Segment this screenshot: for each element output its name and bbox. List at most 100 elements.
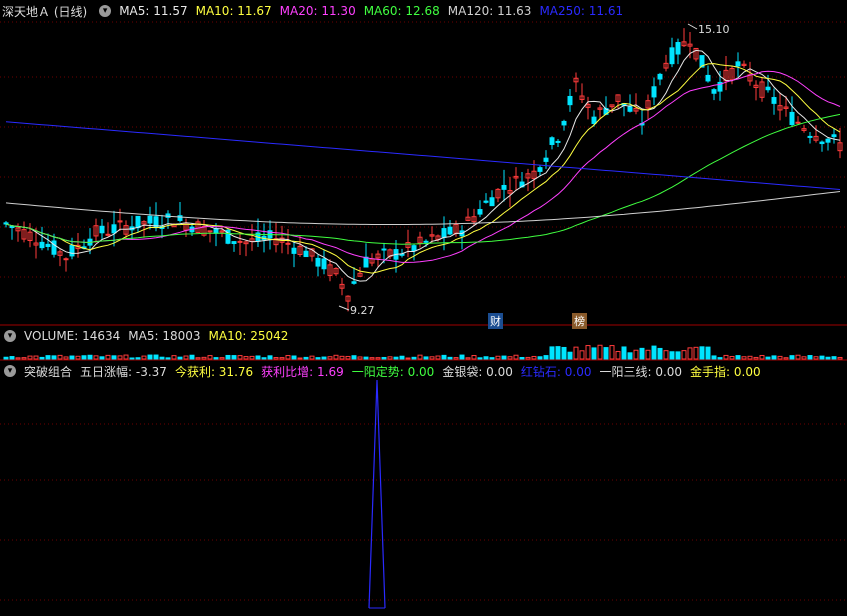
volume-bar bbox=[525, 356, 531, 360]
chevron-down-icon[interactable]: ▾ bbox=[99, 5, 112, 17]
candle-body bbox=[675, 42, 681, 55]
volume-bar bbox=[405, 357, 411, 360]
candle-body bbox=[483, 200, 489, 203]
volume-bar bbox=[609, 345, 615, 360]
candle-body bbox=[771, 97, 777, 104]
candle-body bbox=[99, 225, 105, 234]
volume-bar bbox=[315, 357, 321, 360]
volume-bar bbox=[333, 354, 339, 360]
volume-bar bbox=[543, 355, 549, 360]
candle-body bbox=[489, 197, 495, 207]
volume-bar bbox=[45, 355, 51, 360]
candle-body bbox=[3, 222, 9, 225]
volume-bar bbox=[345, 355, 351, 360]
volume-bar bbox=[129, 357, 135, 360]
candle-body bbox=[705, 74, 711, 82]
ma20-label: MA20: 11.30 bbox=[279, 4, 356, 18]
ranking-marker[interactable]: 榜 bbox=[572, 313, 587, 329]
candle-body bbox=[423, 240, 429, 243]
volume-bar bbox=[501, 355, 507, 360]
candle-body bbox=[9, 226, 15, 229]
volume-bar bbox=[819, 355, 825, 360]
volume-bar bbox=[747, 355, 753, 360]
volume-bar bbox=[585, 345, 591, 360]
volume-bar bbox=[201, 356, 207, 360]
candle-body bbox=[291, 247, 297, 254]
volume-bar bbox=[195, 357, 201, 360]
candle-body bbox=[555, 140, 561, 143]
volume-bar bbox=[573, 346, 579, 360]
volume-bar bbox=[105, 354, 111, 360]
candle-body bbox=[321, 258, 327, 270]
volume-bar bbox=[87, 354, 93, 360]
volume-bar bbox=[477, 357, 483, 360]
volume-bar bbox=[717, 357, 723, 360]
volume-bar bbox=[813, 356, 819, 360]
ma5-label: MA5: 11.57 bbox=[119, 4, 188, 18]
volume-bar bbox=[15, 357, 21, 360]
volume-bar bbox=[807, 355, 813, 360]
chevron-down-icon[interactable]: ▾ bbox=[4, 330, 16, 342]
candle-body bbox=[447, 226, 453, 235]
candle-body bbox=[363, 256, 369, 268]
volume-bar bbox=[399, 355, 405, 360]
moving-average-lines bbox=[5, 49, 841, 282]
candle-body bbox=[567, 95, 573, 106]
volume-bar bbox=[825, 356, 831, 360]
volume-bar bbox=[741, 356, 747, 360]
candle-body bbox=[45, 243, 51, 247]
volume-bar bbox=[99, 356, 105, 360]
candle-body bbox=[549, 137, 555, 145]
volume-bar bbox=[237, 355, 243, 360]
indicator-value: 五日涨幅: -3.37 bbox=[80, 364, 167, 379]
volume-bar bbox=[135, 357, 141, 360]
candle-body bbox=[477, 209, 483, 215]
volume-bar bbox=[435, 355, 441, 360]
volume-bar bbox=[495, 355, 501, 360]
candle-body bbox=[765, 86, 771, 91]
volume-bar bbox=[177, 356, 183, 360]
chevron-down-icon[interactable]: ▾ bbox=[4, 365, 16, 377]
volume-bar bbox=[705, 346, 711, 360]
candle-body bbox=[543, 157, 549, 162]
finance-marker[interactable]: 财 bbox=[488, 313, 503, 329]
volume-bar bbox=[483, 356, 489, 360]
volume-bar bbox=[291, 355, 297, 360]
volume-bar bbox=[597, 344, 603, 360]
volume-bar bbox=[261, 357, 267, 360]
volume-bar bbox=[615, 351, 621, 360]
indicator-value: 获利比增: 1.69 bbox=[261, 364, 344, 379]
volume-bar bbox=[579, 350, 585, 360]
volume-bar bbox=[603, 347, 609, 360]
candle-body bbox=[441, 228, 447, 238]
volume-bar bbox=[555, 346, 561, 360]
indicator-spike bbox=[368, 379, 386, 609]
candle-body bbox=[657, 73, 663, 80]
chart-canvas[interactable]: 15.10 9.27 bbox=[0, 0, 847, 616]
volume-bar bbox=[213, 357, 219, 360]
volume-bar bbox=[117, 355, 123, 360]
candle-body bbox=[537, 167, 543, 172]
candle-body bbox=[39, 241, 45, 249]
volume-bar bbox=[231, 355, 237, 360]
indicator-value: 红钻石: 0.00 bbox=[520, 364, 592, 379]
volume-bar bbox=[225, 354, 231, 360]
candle-body bbox=[591, 116, 597, 124]
stock-title[interactable]: 深天地Ａ (日线) bbox=[2, 3, 87, 20]
volume-bar bbox=[429, 356, 435, 360]
ma20-line bbox=[5, 70, 841, 263]
volume-ma10-label: MA10: 25042 bbox=[208, 329, 289, 343]
volume-bar bbox=[207, 355, 213, 360]
volume-label: VOLUME: 14634 bbox=[24, 329, 121, 343]
low-price-label: 9.27 bbox=[350, 304, 375, 317]
indicator-name[interactable]: 突破组合 bbox=[24, 363, 72, 380]
candle-body bbox=[711, 89, 717, 94]
volume-bar bbox=[681, 350, 687, 360]
volume-bar bbox=[51, 355, 57, 360]
volume-bar bbox=[489, 357, 495, 360]
candle-body bbox=[303, 250, 309, 258]
indicator-value: 一阳定势: 0.00 bbox=[351, 364, 435, 379]
candle-body bbox=[63, 258, 69, 261]
volume-bar bbox=[537, 356, 543, 360]
candle-body bbox=[105, 233, 111, 236]
